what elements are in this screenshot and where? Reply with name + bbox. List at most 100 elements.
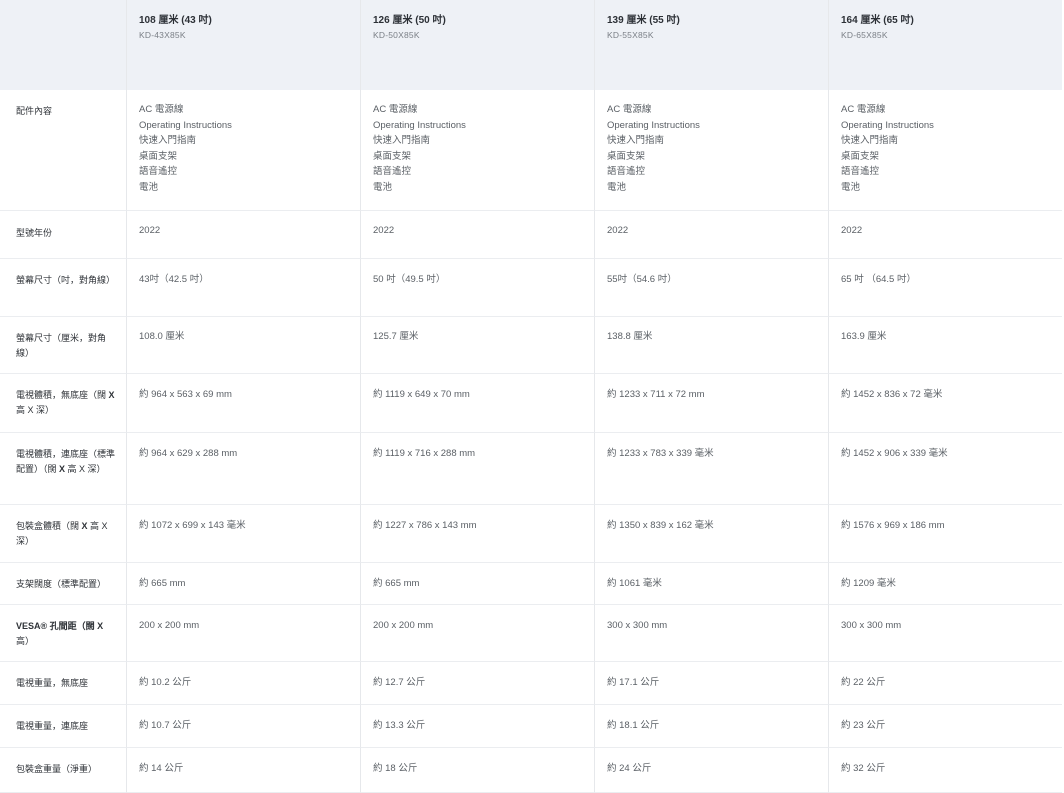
row-label-text: 高 X 深） <box>16 405 55 415</box>
accessory-item: 電池 <box>841 181 861 193</box>
header-corner <box>0 0 126 90</box>
spec-value: 約 665 mm <box>126 563 360 605</box>
row-label: 電視重量，連底座 <box>0 705 126 748</box>
accessory-item: 語音遙控 <box>607 166 646 177</box>
spec-value: 約 1072 x 699 x 143 毫米 <box>126 505 360 563</box>
column-model: KD-50X85K <box>373 30 420 40</box>
spec-value: 50 吋（49.5 吋） <box>360 259 594 317</box>
accessory-item: 桌面支架 <box>841 150 880 162</box>
column-header: 108 厘米 (43 吋) KD-43X85K <box>126 0 360 90</box>
row-label: 包裝盒體積（闊 X 高 X 深） <box>0 505 126 563</box>
accessory-item: AC 電源線 <box>139 104 184 115</box>
accessory-item: AC 電源線 <box>373 104 418 115</box>
accessory-item: AC 電源線 <box>841 104 886 115</box>
row-label-text: 電視體積，無底座（闊 <box>16 390 109 400</box>
accessory-item: 桌面支架 <box>139 150 178 162</box>
spec-value: 2022 <box>828 211 1062 259</box>
spec-value: 約 964 x 629 x 288 mm <box>126 433 360 505</box>
row-label: 螢幕尺寸（厘米，對角線） <box>0 317 126 374</box>
accessory-item: 電池 <box>607 181 627 193</box>
spec-value: 約 10.7 公斤 <box>126 705 360 748</box>
accessory-item: 電池 <box>373 181 393 193</box>
spec-value: 約 1119 x 649 x 70 mm <box>360 374 594 433</box>
accessory-item: AC 電源線 <box>607 104 652 115</box>
row-label-vesa: VESA® 孔間距（闊 X <box>16 621 104 631</box>
accessory-item: 語音遙控 <box>373 166 412 177</box>
spec-value: 約 1119 x 716 x 288 mm <box>360 433 594 505</box>
row-label-text: VESA® 孔間距（闊 <box>16 621 98 631</box>
spec-value: 約 14 公斤 <box>126 748 360 793</box>
spec-value: 約 964 x 563 x 69 mm <box>126 374 360 433</box>
spec-comparison-table: 108 厘米 (43 吋) KD-43X85K 126 厘米 (50 吋) KD… <box>0 0 1062 793</box>
row-label-text: 高 X 深） <box>67 464 106 474</box>
accessory-item: Operating Instructions <box>841 119 934 131</box>
spec-value: 約 32 公斤 <box>828 748 1062 793</box>
spec-value: 約 12.7 公斤 <box>360 662 594 705</box>
spec-value: 約 23 公斤 <box>828 705 1062 748</box>
spec-value: 300 x 300 mm <box>594 605 828 662</box>
row-label: 電視體積，連底座（標準配置）（闊 X 高 X 深） <box>0 433 126 505</box>
spec-value: 約 1061 毫米 <box>594 563 828 605</box>
spec-value: 約 22 公斤 <box>828 662 1062 705</box>
spec-value: 約 1452 x 836 x 72 毫米 <box>828 374 1062 433</box>
spec-value: 200 x 200 mm <box>126 605 360 662</box>
spec-value: 約 1350 x 839 x 162 毫米 <box>594 505 828 563</box>
spec-value: 約 1452 x 906 x 339 毫米 <box>828 433 1062 505</box>
accessories-list: AC 電源線 Operating Instructions 快速入門指南 桌面支… <box>828 90 1062 211</box>
row-label-bold-x: X <box>108 390 115 400</box>
spec-value: 約 1576 x 969 x 186 mm <box>828 505 1062 563</box>
row-label: 電視重量，無底座 <box>0 662 126 705</box>
spec-value: 約 17.1 公斤 <box>594 662 828 705</box>
accessory-item: 快速入門指南 <box>841 135 899 146</box>
spec-value: 65 吋 （64.5 吋） <box>828 259 1062 317</box>
accessory-item: 快速入門指南 <box>139 135 197 146</box>
row-label-bold-x: X <box>59 464 68 474</box>
spec-value: 約 18.1 公斤 <box>594 705 828 748</box>
spec-value: 約 1233 x 711 x 72 mm <box>594 374 828 433</box>
spec-value: 2022 <box>594 211 828 259</box>
row-label-text: 高） <box>16 636 35 646</box>
row-label: 螢幕尺寸（吋，對角線） <box>0 259 126 317</box>
spec-value: 2022 <box>360 211 594 259</box>
column-model: KD-65X85K <box>841 30 888 40</box>
spec-value: 約 10.2 公斤 <box>126 662 360 705</box>
row-label-text: 包裝盒體積（闊 <box>16 521 82 531</box>
spec-value: 約 1227 x 786 x 143 mm <box>360 505 594 563</box>
accessory-item: Operating Instructions <box>139 119 232 131</box>
row-label: 型號年份 <box>0 211 126 259</box>
spec-value: 約 18 公斤 <box>360 748 594 793</box>
accessory-item: Operating Instructions <box>373 119 466 131</box>
spec-value: 約 1233 x 783 x 339 毫米 <box>594 433 828 505</box>
column-header: 139 厘米 (55 吋) KD-55X85K <box>594 0 828 90</box>
column-size: 164 厘米 (65 吋) <box>841 15 914 26</box>
spec-value: 2022 <box>126 211 360 259</box>
spec-value: 約 665 mm <box>360 563 594 605</box>
row-label-bold-x: X <box>81 521 91 531</box>
spec-value: 163.9 厘米 <box>828 317 1062 374</box>
accessory-item: 語音遙控 <box>841 166 880 177</box>
row-label: 支架闊度（標準配置） <box>0 563 126 605</box>
accessories-list: AC 電源線 Operating Instructions 快速入門指南 桌面支… <box>594 90 828 211</box>
accessories-list: AC 電源線 Operating Instructions 快速入門指南 桌面支… <box>126 90 360 211</box>
spec-value: 約 1209 毫米 <box>828 563 1062 605</box>
row-label: 電視體積，無底座（闊 X 高 X 深） <box>0 374 126 433</box>
accessory-item: Operating Instructions <box>607 119 700 131</box>
row-label: VESA® 孔間距（闊 X 高） <box>0 605 126 662</box>
spec-value: 108.0 厘米 <box>126 317 360 374</box>
spec-value: 43吋（42.5 吋） <box>126 259 360 317</box>
column-size: 108 厘米 (43 吋) <box>139 15 212 26</box>
accessory-item: 桌面支架 <box>373 150 412 162</box>
column-header: 164 厘米 (65 吋) KD-65X85K <box>828 0 1062 90</box>
spec-value: 138.8 厘米 <box>594 317 828 374</box>
column-model: KD-55X85K <box>607 30 654 40</box>
column-size: 139 厘米 (55 吋) <box>607 15 680 26</box>
column-model: KD-43X85K <box>139 30 186 40</box>
column-size: 126 厘米 (50 吋) <box>373 15 446 26</box>
accessory-item: 快速入門指南 <box>373 135 431 146</box>
accessory-item: 電池 <box>139 181 159 193</box>
column-header: 126 厘米 (50 吋) KD-50X85K <box>360 0 594 90</box>
row-label: 配件內容 <box>0 90 126 211</box>
accessory-item: 快速入門指南 <box>607 135 665 146</box>
spec-value: 300 x 300 mm <box>828 605 1062 662</box>
accessory-item: 語音遙控 <box>139 166 178 177</box>
